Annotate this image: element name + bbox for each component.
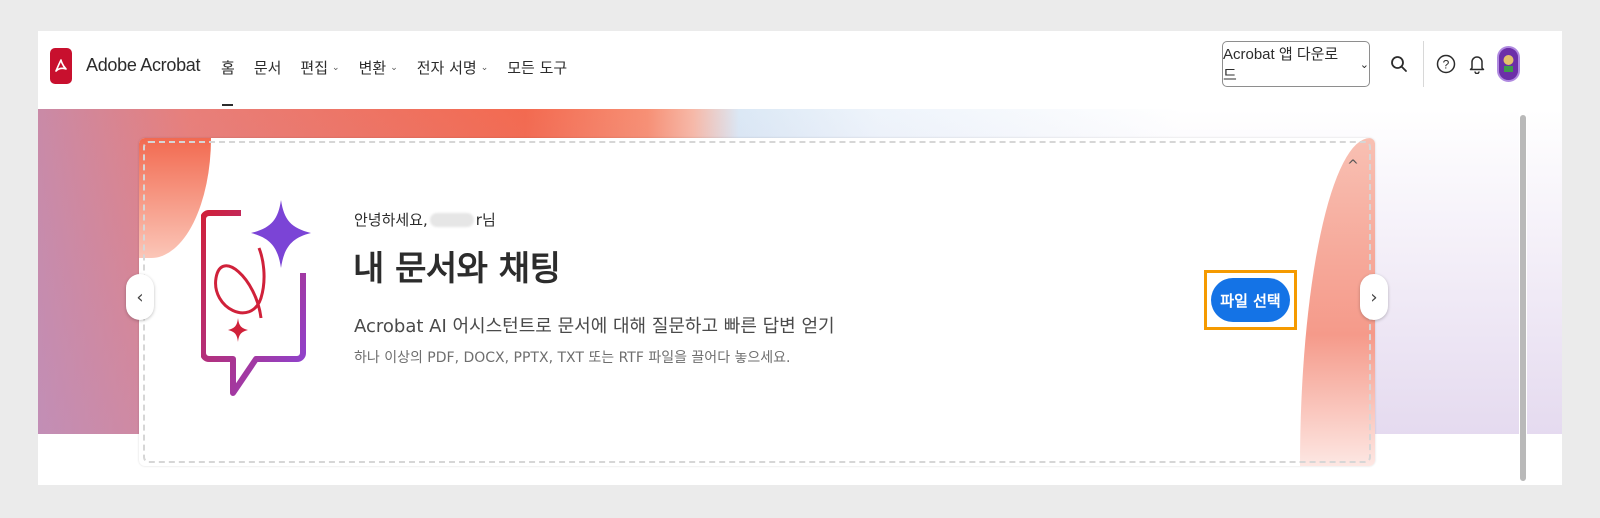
collapse-glyph: ^ xyxy=(1347,158,1359,174)
drop-zone-border[interactable] xyxy=(143,141,1371,463)
chevron-down-icon: ⌄ xyxy=(332,62,340,73)
nav-esign[interactable]: 전자 서명 ⌄ xyxy=(417,57,489,78)
avatar[interactable] xyxy=(1497,46,1520,82)
chevron-down-icon: ⌄ xyxy=(480,62,489,73)
ai-chat-illustration-icon xyxy=(201,200,311,396)
app-title[interactable]: Adobe Acrobat xyxy=(86,55,201,76)
nav-all-tools-label: 모든 도구 xyxy=(507,59,568,77)
collapse-icon[interactable]: ^ xyxy=(1343,158,1363,174)
nav-esign-label: 전자 서명 xyxy=(416,59,477,77)
main-nav: 홈 문서 편집 ⌄ 변환 ⌄ 전자 서명 ⌄ 모든 도구 xyxy=(221,57,586,78)
greeting-prefix: 안녕하세요, xyxy=(354,211,428,229)
nav-documents-label: 문서 xyxy=(253,59,282,77)
carousel-next-button[interactable]: › xyxy=(1360,274,1388,320)
active-tab-indicator xyxy=(222,104,233,106)
svg-text:?: ? xyxy=(1443,58,1450,72)
chevron-right-icon: › xyxy=(1370,286,1378,308)
help-icon[interactable]: ? xyxy=(1435,53,1457,75)
select-file-button[interactable]: 파일 선택 xyxy=(1211,278,1290,322)
nav-edit[interactable]: 편집 ⌄ xyxy=(300,57,339,78)
drop-hint: 하나 이상의 PDF, DOCX, PPTX, TXT 또는 RTF 파일을 끌… xyxy=(354,350,791,366)
greeting-suffix: r님 xyxy=(475,211,496,229)
nav-convert[interactable]: 변환 ⌄ xyxy=(359,57,398,78)
chevron-left-icon: ‹ xyxy=(136,286,144,308)
header-divider xyxy=(1423,41,1424,87)
scrollbar-thumb[interactable] xyxy=(1520,115,1526,481)
ai-assistant-card: ^ 안녕하세요, r님 내 문서와 채팅 Acrobat AI 어시스턴트로 문… xyxy=(139,138,1375,466)
top-header: Adobe Acrobat 홈 문서 편집 ⌄ 변환 ⌄ 전자 서명 ⌄ 모든 도구 … xyxy=(38,31,1562,109)
hero-subtitle: Acrobat AI 어시스턴트로 문서에 대해 질문하고 빠른 답변 얻기 xyxy=(354,316,835,337)
chevron-down-icon: ⌄ xyxy=(390,62,398,73)
redacted-username xyxy=(429,212,474,227)
greeting: 안녕하세요, r님 xyxy=(354,209,496,230)
acrobat-glyph xyxy=(55,59,67,72)
nav-home[interactable]: 홈 xyxy=(221,57,235,78)
nav-edit-label: 편집 xyxy=(300,59,329,77)
carousel-prev-button[interactable]: ‹ xyxy=(126,274,154,320)
nav-convert-label: 변환 xyxy=(358,59,387,77)
search-icon[interactable] xyxy=(1388,53,1410,75)
download-app-label: Acrobat 앱 다운로드 xyxy=(1223,46,1339,84)
acrobat-logo-icon[interactable] xyxy=(50,48,72,84)
bell-icon[interactable] xyxy=(1466,53,1488,75)
nav-all-tools[interactable]: 모든 도구 xyxy=(507,57,567,78)
download-app-button[interactable]: Acrobat 앱 다운로드 ⌄ xyxy=(1222,41,1370,87)
chevron-down-icon: ⌄ xyxy=(1359,58,1369,71)
nav-documents[interactable]: 문서 xyxy=(254,57,282,78)
acrobat-app: Adobe Acrobat 홈 문서 편집 ⌄ 변환 ⌄ 전자 서명 ⌄ 모든 도구 … xyxy=(38,31,1562,485)
nav-home-label: 홈 xyxy=(221,59,235,77)
hero-title: 내 문서와 채팅 xyxy=(353,249,561,289)
